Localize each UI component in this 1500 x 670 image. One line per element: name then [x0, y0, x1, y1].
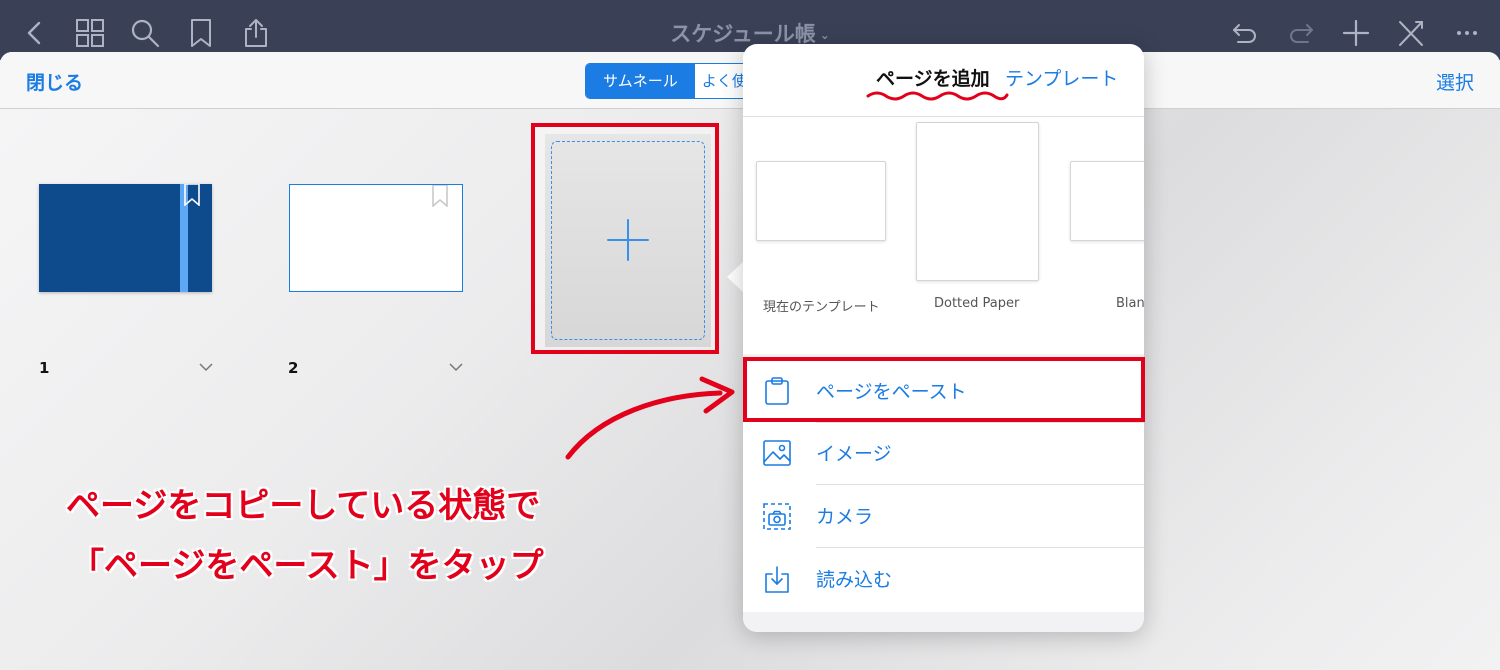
- template-label: 現在のテンプレート: [763, 300, 880, 315]
- tab-template[interactable]: テンプレート: [1005, 64, 1118, 91]
- grid-icon[interactable]: [75, 18, 105, 48]
- add-page-highlight: [531, 123, 719, 354]
- bookmark-icon[interactable]: [186, 18, 216, 48]
- page-number: 2: [288, 359, 299, 377]
- red-underline-annotation: [866, 89, 1009, 103]
- bookmark-icon[interactable]: [432, 185, 448, 207]
- view-segmented-control: サムネール よく使: [585, 63, 755, 99]
- paste-page-highlight: [743, 357, 1145, 422]
- plus-icon[interactable]: [1341, 18, 1371, 48]
- chevron-down-icon: ⌄: [819, 28, 830, 42]
- search-icon[interactable]: [130, 18, 160, 48]
- tab-add-page[interactable]: ページを追加: [876, 64, 990, 91]
- page-thumbnail-2[interactable]: [289, 184, 463, 292]
- popover-footer: [743, 612, 1144, 632]
- add-page-popover: ページを追加 テンプレート 現在のテンプレート Dotted Paper Bla…: [743, 44, 1144, 632]
- annotation-arrow-icon: [540, 365, 750, 470]
- template-label: Dotted Paper: [934, 296, 1020, 311]
- import-icon: [763, 564, 791, 594]
- page-thumbnail-1[interactable]: [39, 184, 212, 292]
- menu-label: 読み込む: [816, 569, 893, 591]
- popover-arrow: [727, 261, 744, 293]
- tools-icon[interactable]: [1396, 18, 1426, 48]
- template-current-thumbnail[interactable]: [756, 161, 886, 241]
- image-icon: [763, 438, 791, 468]
- share-icon[interactable]: [241, 18, 271, 48]
- back-icon[interactable]: [20, 18, 50, 48]
- more-icon[interactable]: [1452, 18, 1482, 48]
- document-title-text: スケジュール帳: [670, 22, 816, 46]
- plus-icon: [606, 218, 650, 262]
- page-number: 1: [39, 359, 50, 377]
- select-button[interactable]: 選択: [1436, 68, 1474, 95]
- menu-import[interactable]: 読み込む: [743, 548, 1144, 610]
- segment-thumbnails[interactable]: サムネール: [586, 64, 695, 98]
- template-dotted-paper-thumbnail[interactable]: [916, 122, 1039, 281]
- close-button[interactable]: 閉じる: [26, 68, 83, 95]
- add-page-tile[interactable]: [545, 134, 711, 347]
- divider: [743, 116, 1144, 117]
- menu-label: カメラ: [816, 506, 874, 528]
- annotation-line-2: 「ページをペースト」をタップ: [70, 546, 544, 586]
- chevron-down-icon[interactable]: [448, 360, 464, 374]
- menu-image[interactable]: イメージ: [743, 422, 1144, 484]
- template-label: Blan: [1116, 296, 1144, 311]
- menu-label: イメージ: [816, 443, 892, 465]
- bookmark-icon[interactable]: [184, 184, 200, 206]
- menu-camera[interactable]: カメラ: [743, 485, 1144, 547]
- template-blank-thumbnail[interactable]: [1070, 161, 1144, 241]
- popover-tabs: ページを追加 テンプレート: [743, 44, 1144, 116]
- redo-icon[interactable]: [1286, 18, 1316, 48]
- chevron-down-icon[interactable]: [198, 360, 214, 374]
- camera-icon: [763, 501, 791, 531]
- undo-icon[interactable]: [1230, 18, 1260, 48]
- annotation-line-1: ページをコピーしている状態で: [66, 486, 541, 526]
